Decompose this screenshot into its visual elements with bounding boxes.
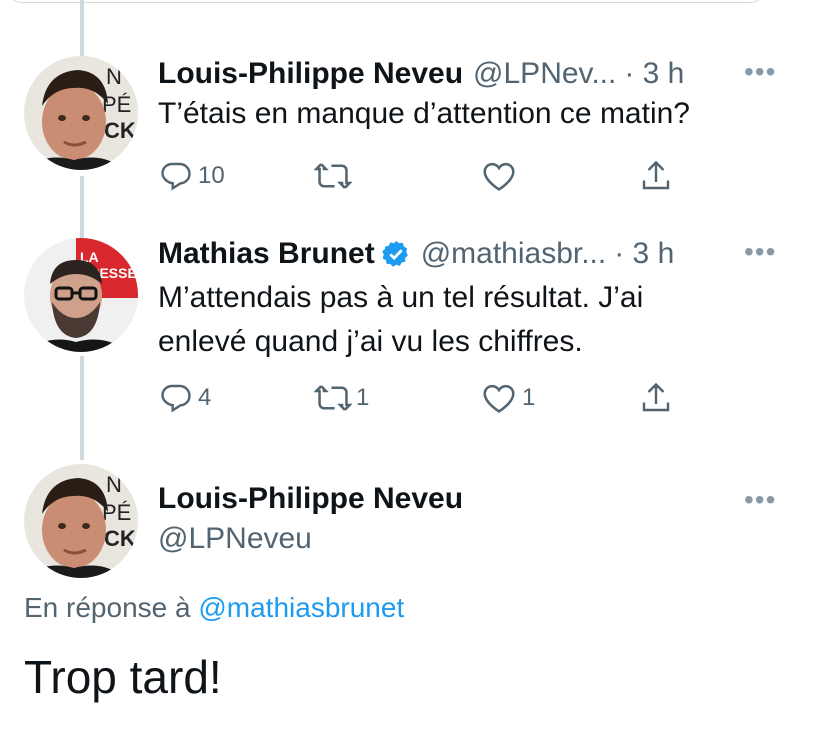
- avatar[interactable]: LA PRESSE: [24, 238, 138, 352]
- author-handle[interactable]: @mathiasbr...: [421, 237, 607, 271]
- avatar[interactable]: N PÉ CK: [24, 464, 138, 578]
- svg-text:N: N: [106, 472, 122, 497]
- tweet-header: Louis-Philippe Neveu @LPNev... · 3 h: [158, 54, 774, 94]
- reply-icon: [161, 384, 191, 413]
- reply-context: En réponse à @mathiasbrunet: [24, 592, 404, 624]
- thread-line: [80, 176, 84, 238]
- retweet-count: 1: [356, 384, 370, 411]
- more-options-icon[interactable]: •••: [744, 56, 776, 88]
- author-handle[interactable]: @LPNev...: [473, 57, 616, 91]
- heart-icon: [483, 162, 515, 191]
- tweet-actions: 4 1 1: [158, 378, 698, 418]
- reply-mention-link[interactable]: @mathiasbrunet: [198, 592, 404, 623]
- tweet-text-line: M’attendais pas à un tel résultat. J’ai: [158, 281, 644, 314]
- author-name[interactable]: Louis-Philippe Neveu: [158, 482, 463, 516]
- like-button[interactable]: [480, 156, 518, 196]
- focused-tweet-text: Trop tard!: [24, 651, 222, 703]
- tweet-text: M’attendais pas à un tel résultat. J’ai …: [158, 276, 643, 364]
- tweet-text-line: enlevé quand j’ai vu les chiffres.: [158, 325, 583, 358]
- reply-button[interactable]: 4: [158, 378, 211, 418]
- reply-button[interactable]: 10: [158, 156, 225, 196]
- heart-icon: [483, 384, 515, 413]
- tweet-actions: 10: [158, 156, 698, 196]
- reply-count: 10: [198, 162, 225, 189]
- thread-line: [80, 0, 84, 60]
- author-name[interactable]: Louis-Philippe Neveu: [158, 57, 463, 91]
- reply-prefix: En réponse à: [24, 592, 191, 623]
- reply-count: 4: [198, 384, 212, 411]
- share-icon: [642, 382, 670, 412]
- retweet-icon: [314, 385, 352, 411]
- person-photo-avatar-icon: LA PRESSE: [24, 238, 138, 352]
- thread-line: [80, 356, 84, 460]
- tweet-header: Mathias Brunet @mathiasbr... · 3 h: [158, 234, 774, 274]
- retweet-button[interactable]: 1: [314, 378, 369, 418]
- tweet-text: T’étais en manque d’attention ce matin?: [158, 97, 690, 130]
- previous-tweet-card-edge: [6, 0, 766, 3]
- person-photo-avatar-icon: N PÉ CK: [24, 56, 138, 170]
- verified-badge-icon: [381, 240, 408, 267]
- avatar[interactable]: N PÉ CK: [24, 56, 138, 170]
- retweet-button[interactable]: [314, 156, 352, 196]
- timestamp[interactable]: · 3 h: [614, 237, 674, 271]
- reply-icon: [161, 162, 191, 191]
- like-button[interactable]: 1: [480, 378, 535, 418]
- author-name[interactable]: Mathias Brunet: [158, 237, 375, 271]
- timestamp[interactable]: · 3 h: [624, 57, 684, 91]
- more-options-icon[interactable]: •••: [744, 236, 776, 268]
- svg-text:N: N: [106, 64, 122, 89]
- svg-text:CK: CK: [104, 526, 136, 551]
- author-handle[interactable]: @LPNeveu: [158, 522, 312, 556]
- like-count: 1: [522, 384, 536, 411]
- share-button[interactable]: [638, 378, 674, 418]
- svg-text:CK: CK: [104, 118, 136, 143]
- retweet-icon: [314, 163, 352, 189]
- share-button[interactable]: [638, 156, 674, 196]
- share-icon: [642, 160, 670, 190]
- more-options-icon[interactable]: •••: [744, 484, 776, 516]
- person-photo-avatar-icon: N PÉ CK: [24, 464, 138, 578]
